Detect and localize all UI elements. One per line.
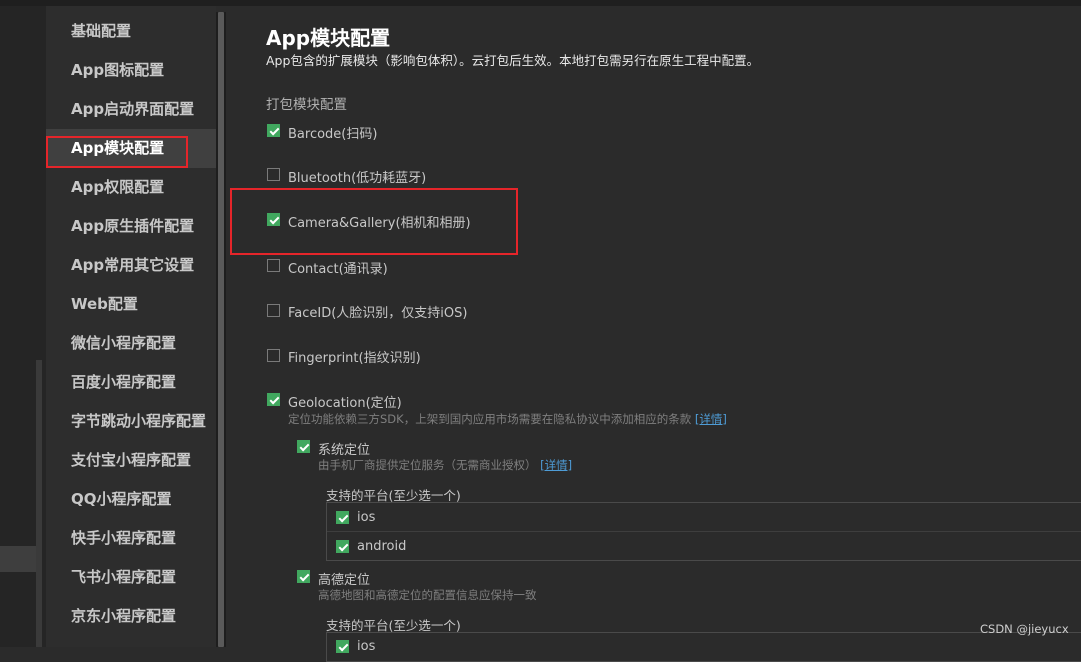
geolocation-label[interactable]: Geolocation(定位) [288, 392, 402, 411]
bluetooth-label[interactable]: Bluetooth(低功耗蓝牙) [288, 167, 426, 186]
nav-item-app-splash[interactable]: App启动界面配置 [46, 90, 216, 129]
nav-item-basic[interactable]: 基础配置 [46, 12, 216, 51]
amap-platforms-box [326, 632, 1081, 662]
camera-gallery-checkbox[interactable] [267, 213, 280, 226]
system-android-checkbox[interactable] [336, 540, 349, 553]
nav-item-toutiao[interactable]: 字节跳动小程序配置 [46, 402, 216, 441]
left-panel-scrollbar[interactable] [36, 360, 42, 647]
page-description: App包含的扩展模块（影响包体积）。云打包后生效。本地打包需另行在原生工程中配置… [266, 53, 760, 68]
contact-checkbox[interactable] [267, 259, 280, 272]
system-ios-checkbox[interactable] [336, 511, 349, 524]
system-location-details-link[interactable]: [详情] [540, 458, 572, 472]
geolocation-desc-text: 定位功能依赖三方SDK，上架到国内应用市场需要在隐私协议中添加相应的条款 [288, 412, 692, 426]
geolocation-details-link[interactable]: [详情] [695, 412, 727, 426]
nav-item-qq[interactable]: QQ小程序配置 [46, 480, 216, 519]
faceid-label[interactable]: FaceID(人脸识别，仅支持iOS) [288, 302, 467, 321]
fingerprint-checkbox[interactable] [267, 349, 280, 362]
nav-item-app-icon[interactable]: App图标配置 [46, 51, 216, 90]
nav-item-kuaishou[interactable]: 快手小程序配置 [46, 519, 216, 558]
system-location-checkbox[interactable] [297, 440, 310, 453]
system-location-description: 由手机厂商提供定位服务（无需商业授权） [详情] [318, 457, 572, 473]
nav-item-weixin[interactable]: 微信小程序配置 [46, 324, 216, 363]
system-ios-label[interactable]: ios [357, 510, 375, 525]
page-title: App模块配置 [266, 26, 391, 50]
settings-nav: 基础配置 App图标配置 App启动界面配置 App模块配置 App权限配置 A… [46, 6, 216, 647]
nav-item-app-other[interactable]: App常用其它设置 [46, 246, 216, 285]
barcode-label[interactable]: Barcode(扫码) [288, 123, 377, 142]
system-android-label[interactable]: android [357, 539, 406, 554]
camera-gallery-label[interactable]: Camera&Gallery(相机和相册) [288, 212, 471, 231]
amap-location-description: 高德地图和高德定位的配置信息应保持一致 [318, 588, 537, 602]
system-platforms-separator [327, 531, 1081, 532]
amap-location-checkbox[interactable] [297, 570, 310, 583]
nav-item-alipay[interactable]: 支付宝小程序配置 [46, 441, 216, 480]
csdn-watermark: CSDN @jieyucx [980, 622, 1069, 636]
nav-item-app-permissions[interactable]: App权限配置 [46, 168, 216, 207]
system-location-desc-text: 由手机厂商提供定位服务（无需商业授权） [318, 458, 537, 472]
nav-item-jd[interactable]: 京东小程序配置 [46, 597, 216, 636]
amap-location-label[interactable]: 高德定位 [318, 569, 370, 588]
nav-item-app-modules[interactable]: App模块配置 [46, 129, 216, 168]
nav-scrollbar-thumb[interactable] [218, 12, 224, 647]
faceid-checkbox[interactable] [267, 304, 280, 317]
nav-item-feishu[interactable]: 飞书小程序配置 [46, 558, 216, 597]
geolocation-description: 定位功能依赖三方SDK，上架到国内应用市场需要在隐私协议中添加相应的条款 [详情… [288, 411, 727, 427]
bluetooth-checkbox[interactable] [267, 168, 280, 181]
fingerprint-label[interactable]: Fingerprint(指纹识别) [288, 347, 421, 366]
system-location-label[interactable]: 系统定位 [318, 439, 370, 458]
section-title: 打包模块配置 [266, 97, 347, 113]
nav-item-baidu[interactable]: 百度小程序配置 [46, 363, 216, 402]
nav-item-web[interactable]: Web配置 [46, 285, 216, 324]
contact-label[interactable]: Contact(通讯录) [288, 258, 388, 277]
left-panel-highlight [0, 546, 36, 572]
barcode-checkbox[interactable] [267, 124, 280, 137]
nav-item-app-native-plugins[interactable]: App原生插件配置 [46, 207, 216, 246]
geolocation-checkbox[interactable] [267, 393, 280, 406]
